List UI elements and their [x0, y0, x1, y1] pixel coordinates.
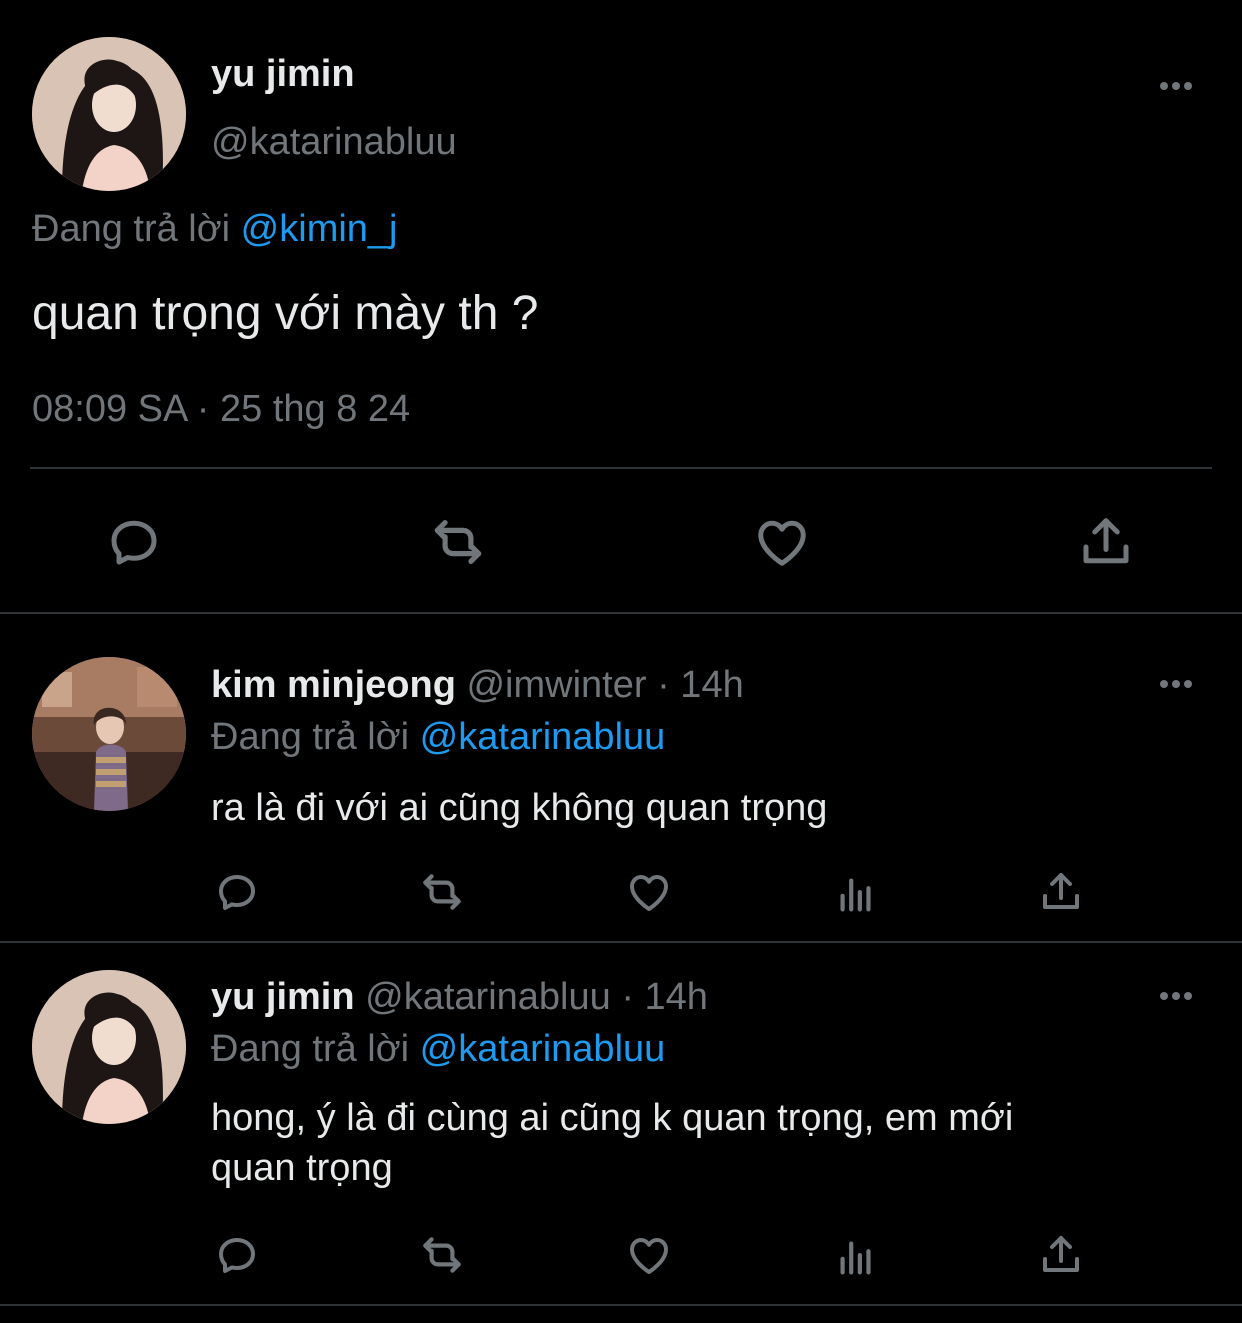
author-handle[interactable]: @katarinabluu [365, 976, 611, 1018]
author-name[interactable]: yu jimin [211, 51, 355, 97]
views-icon[interactable] [830, 1231, 882, 1283]
tweet-text: quan trọng với mày th ? [32, 287, 539, 340]
section-divider [0, 941, 1242, 943]
author-handle[interactable]: @imwinter [466, 664, 646, 706]
mention-link[interactable]: @katarinabluu [420, 1028, 666, 1070]
tweet-text-line: quan trọng [211, 1147, 393, 1189]
views-icon[interactable] [830, 868, 882, 920]
tweet-text-line: hong, ý là đi cùng ai cũng k quan trọng,… [211, 1097, 1014, 1139]
heart-icon[interactable] [623, 866, 675, 918]
share-icon[interactable] [1074, 510, 1138, 574]
author-name[interactable]: kim minjeong [211, 664, 456, 706]
retweet-icon[interactable] [426, 510, 490, 574]
share-icon[interactable] [1035, 1229, 1087, 1281]
avatar[interactable] [32, 970, 186, 1124]
reply-icon[interactable] [102, 510, 166, 574]
tweet-timestamp[interactable]: 08:09 SA · 25 thg 8 24 [32, 386, 410, 432]
avatar[interactable] [32, 657, 186, 811]
replying-label: Đang trả lời [32, 208, 231, 250]
replying-to-line: Đang trả lời @katarinabluu [211, 1026, 665, 1072]
reply-time[interactable]: · 14h [621, 976, 708, 1018]
replying-label: Đang trả lời [211, 1028, 410, 1070]
retweet-icon[interactable] [416, 866, 468, 918]
mention-link[interactable]: @katarinabluu [420, 716, 666, 758]
heart-icon[interactable] [750, 510, 814, 574]
reply-icon[interactable] [211, 1229, 263, 1281]
more-icon[interactable] [1160, 680, 1192, 688]
retweet-icon[interactable] [416, 1229, 468, 1281]
reply-time[interactable]: · 14h [657, 664, 744, 706]
more-icon[interactable] [1160, 82, 1192, 90]
replying-to-line: Đang trả lời @katarinabluu [211, 714, 665, 760]
more-icon[interactable] [1160, 992, 1192, 1000]
author-name[interactable]: yu jimin [211, 976, 355, 1018]
share-icon[interactable] [1035, 866, 1087, 918]
reply-icon[interactable] [211, 866, 263, 918]
tweet-text: ra là đi với ai cũng không quan trọng [211, 787, 828, 829]
author-handle[interactable]: @katarinabluu [211, 119, 457, 165]
reply-header: yu jimin @katarinabluu · 14h [211, 974, 708, 1020]
heart-icon[interactable] [623, 1229, 675, 1281]
replying-label: Đang trả lời [211, 716, 410, 758]
section-divider [0, 1304, 1242, 1306]
reply-header: kim minjeong @imwinter · 14h [211, 662, 744, 708]
avatar[interactable] [32, 37, 186, 191]
timestamp-divider [30, 467, 1212, 469]
mention-link[interactable]: @kimin_j [241, 208, 398, 250]
section-divider [0, 612, 1242, 614]
replying-to-line: Đang trả lời @kimin_j [32, 206, 398, 252]
